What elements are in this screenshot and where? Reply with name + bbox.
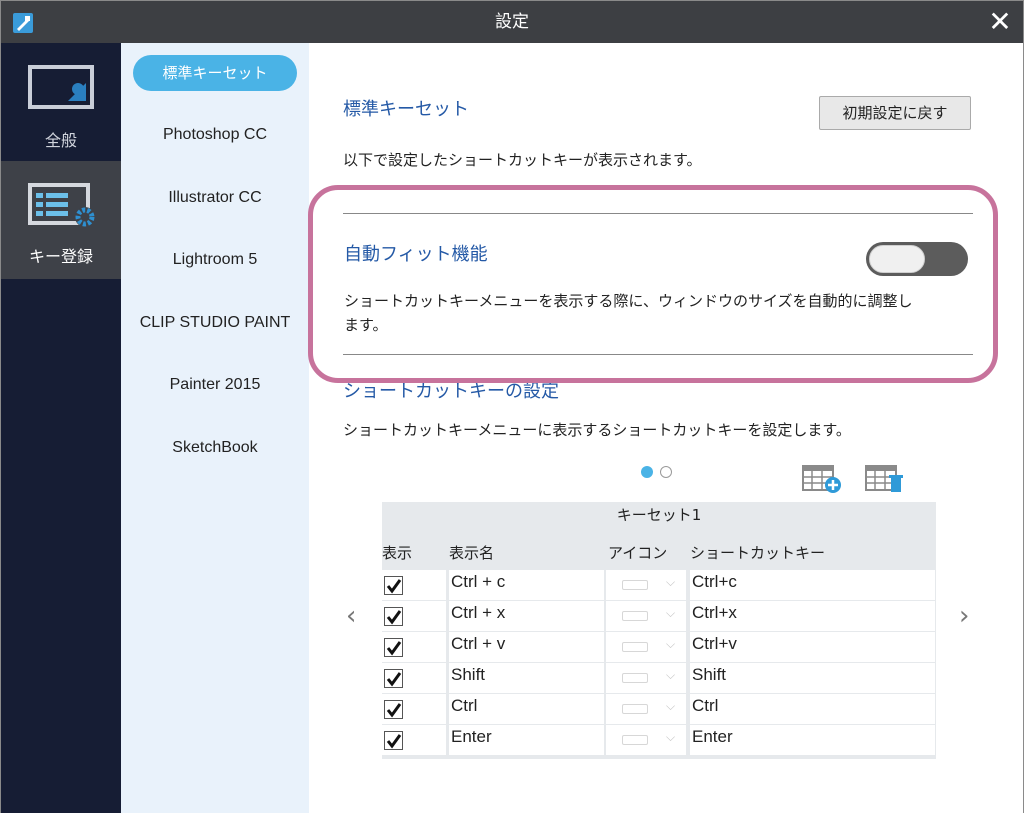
cell-show xyxy=(382,694,446,724)
keyboard-icon xyxy=(622,580,648,590)
cell-show xyxy=(382,570,446,600)
show-checkbox[interactable] xyxy=(384,576,403,595)
cell-shortcut[interactable]: Ctrl+v xyxy=(690,632,935,662)
cell-shortcut[interactable]: Ctrl+c xyxy=(690,570,935,600)
table-row: Shift ⌵ Shift xyxy=(382,663,936,694)
cell-name[interactable]: Ctrl + v xyxy=(449,632,604,662)
page-dot-1[interactable] xyxy=(641,466,653,478)
main-nav: 全般 キー登録 xyxy=(1,43,121,813)
delete-keyset-icon[interactable] xyxy=(865,465,905,493)
nav-label-key-registration: キー登録 xyxy=(28,247,93,266)
next-page-icon[interactable]: › xyxy=(959,601,969,631)
icon-select[interactable]: ⌵ xyxy=(606,663,686,693)
col-header-shortcut: ショートカットキー xyxy=(690,544,826,562)
checkmark-icon xyxy=(386,641,402,656)
table-row: Ctrl ⌵ Ctrl xyxy=(382,694,936,725)
checkmark-icon xyxy=(386,703,402,718)
cell-name[interactable]: Enter xyxy=(449,725,604,755)
keyset-item-sketchbook[interactable]: SketchBook xyxy=(121,430,309,466)
show-checkbox[interactable] xyxy=(384,607,403,626)
nav-item-key-registration[interactable]: キー登録 xyxy=(1,161,121,279)
col-header-show: 表示 xyxy=(382,544,413,562)
keyset-table: キーセット1 表示 表示名 アイコン ショートカットキー Ctrl + c ⌵ Ct… xyxy=(382,502,936,759)
table-row: Enter ⌵ Enter xyxy=(382,725,936,756)
reset-defaults-button[interactable]: 初期設定に戻す xyxy=(819,96,971,130)
keyboard-icon xyxy=(622,673,648,683)
icon-select[interactable]: ⌵ xyxy=(606,694,686,724)
keyset-item-painter[interactable]: Painter 2015 xyxy=(121,367,309,403)
key-settings-icon xyxy=(28,183,95,227)
keyboard-icon xyxy=(622,611,648,621)
chevron-down-icon: ⌵ xyxy=(666,637,676,651)
divider-top xyxy=(343,213,973,214)
show-checkbox[interactable] xyxy=(384,731,403,750)
window-title: 設定 xyxy=(495,12,529,32)
keyset-item-clip-studio[interactable]: CLIP STUDIO PAINT xyxy=(121,305,309,341)
cell-show xyxy=(382,725,446,755)
autofit-description-line2: ます。 xyxy=(344,316,388,334)
close-icon[interactable]: ✕ xyxy=(987,8,1013,36)
icon-select[interactable]: ⌵ xyxy=(606,725,686,755)
section-title-standard-keyset: 標準キーセット xyxy=(343,99,469,120)
col-header-name: 表示名 xyxy=(449,544,495,562)
cell-shortcut[interactable]: Enter xyxy=(690,725,935,755)
chevron-down-icon: ⌵ xyxy=(666,606,676,620)
keyset-list: 標準キーセット Photoshop CC Illustrator CC Ligh… xyxy=(121,43,309,813)
keyset-item-standard[interactable]: 標準キーセット xyxy=(133,55,297,91)
prev-page-icon[interactable]: ‹ xyxy=(346,601,356,631)
autofit-toggle[interactable] xyxy=(866,242,968,276)
chevron-down-icon: ⌵ xyxy=(666,730,676,744)
section-description-shortcut-settings: ショートカットキーメニューに表示するショートカットキーを設定します。 xyxy=(343,421,851,439)
checkmark-icon xyxy=(386,734,402,749)
checkmark-icon xyxy=(386,579,402,594)
nav-label-general: 全般 xyxy=(44,131,77,150)
cell-name[interactable]: Ctrl + c xyxy=(449,570,604,600)
chevron-down-icon: ⌵ xyxy=(666,575,676,589)
show-checkbox[interactable] xyxy=(384,700,403,719)
cell-name[interactable]: Shift xyxy=(449,663,604,693)
page-dot-2[interactable] xyxy=(660,466,672,478)
keyset-item-illustrator[interactable]: Illustrator CC xyxy=(121,180,309,216)
show-checkbox[interactable] xyxy=(384,669,403,688)
settings-window: 設定 ✕ 全般 キー登録 標準キーセット Photoshop CC Illust… xyxy=(0,0,1024,813)
table-row: Ctrl + x ⌵ Ctrl+x xyxy=(382,601,936,632)
title-bar: 設定 ✕ xyxy=(1,1,1023,43)
nav-item-general[interactable]: 全般 xyxy=(1,43,121,161)
cell-show xyxy=(382,663,446,693)
cell-name[interactable]: Ctrl xyxy=(449,694,604,724)
icon-select[interactable]: ⌵ xyxy=(606,632,686,662)
autofit-highlight: 自動フィット機能 ショートカットキーメニューを表示する際に、ウィンドウのサイズを… xyxy=(308,185,998,383)
icon-select[interactable]: ⌵ xyxy=(606,570,686,600)
keyset-item-lightroom[interactable]: Lightroom 5 xyxy=(121,242,309,278)
autofit-description-line1: ショートカットキーメニューを表示する際に、ウィンドウのサイズを自動的に調整し xyxy=(344,292,913,310)
keyboard-icon xyxy=(622,735,648,745)
icon-select[interactable]: ⌵ xyxy=(606,601,686,631)
autofit-title: 自動フィット機能 xyxy=(344,244,488,265)
keyboard-icon xyxy=(622,642,648,652)
chevron-down-icon: ⌵ xyxy=(666,668,676,682)
table-title: キーセット1 xyxy=(616,506,702,524)
cell-shortcut[interactable]: Ctrl+x xyxy=(690,601,935,631)
table-row: Ctrl + v ⌵ Ctrl+v xyxy=(382,632,936,663)
checkmark-icon xyxy=(386,672,402,687)
keyboard-icon xyxy=(622,704,648,714)
cell-name[interactable]: Ctrl + x xyxy=(449,601,604,631)
toggle-knob xyxy=(869,245,925,273)
chevron-down-icon: ⌵ xyxy=(666,699,676,713)
show-checkbox[interactable] xyxy=(384,638,403,657)
cell-shortcut[interactable]: Ctrl xyxy=(690,694,935,724)
monitor-icon xyxy=(28,65,94,109)
checkmark-icon xyxy=(386,610,402,625)
add-keyset-icon[interactable] xyxy=(802,465,842,493)
divider-bottom xyxy=(343,354,973,355)
cell-show xyxy=(382,632,446,662)
cell-show xyxy=(382,601,446,631)
keyset-item-photoshop[interactable]: Photoshop CC xyxy=(121,117,309,153)
table-row: Ctrl + c ⌵ Ctrl+c xyxy=(382,570,936,601)
section-description-standard-keyset: 以下で設定したショートカットキーが表示されます。 xyxy=(343,151,702,169)
cell-shortcut[interactable]: Shift xyxy=(690,663,935,693)
col-header-icon: アイコン xyxy=(608,544,668,562)
